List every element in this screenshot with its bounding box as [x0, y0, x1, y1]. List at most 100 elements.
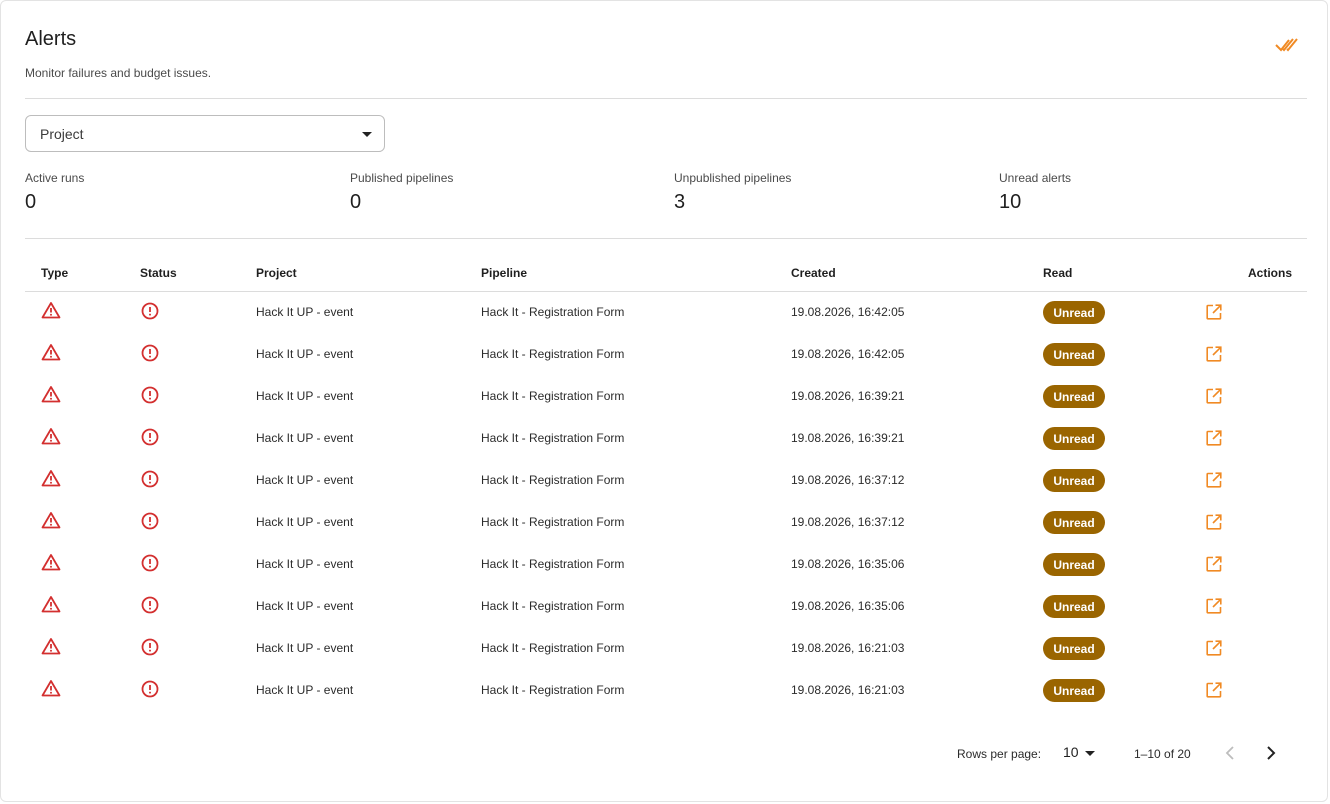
warning-triangle-icon — [41, 386, 61, 403]
read-status-badge[interactable]: Unread — [1043, 301, 1105, 324]
error-circle-icon — [141, 596, 159, 614]
warning-triangle-icon — [41, 428, 61, 445]
error-circle-icon — [141, 680, 159, 698]
table-row: Hack It UP - event Hack It - Registration… — [25, 501, 1307, 543]
open-in-new-icon[interactable] — [1205, 429, 1223, 447]
chevron-left-icon[interactable] — [1221, 743, 1241, 763]
project-select[interactable]: Project — [25, 115, 385, 152]
page-subtitle: Monitor failures and budget issues. — [25, 66, 212, 80]
caret-down-icon — [1085, 751, 1095, 756]
open-in-new-icon[interactable] — [1205, 681, 1223, 699]
read-status-badge[interactable]: Unread — [1043, 595, 1105, 618]
warning-triangle-icon — [41, 512, 61, 529]
table-row: Hack It UP - event Hack It - Registration… — [25, 669, 1307, 711]
open-in-new-icon[interactable] — [1205, 639, 1223, 657]
cell-created: 19.08.2026, 16:35:06 — [791, 557, 905, 571]
cell-project: Hack It UP - event — [256, 557, 354, 571]
stat-value: 3 — [674, 191, 686, 213]
read-status-badge[interactable]: Unread — [1043, 427, 1105, 450]
read-status-badge[interactable]: Unread — [1043, 511, 1105, 534]
cell-project: Hack It UP - event — [256, 473, 354, 487]
error-circle-icon — [141, 554, 159, 572]
cell-project: Hack It UP - event — [256, 431, 354, 445]
error-circle-icon — [141, 386, 159, 404]
warning-triangle-icon — [41, 638, 61, 655]
warning-triangle-icon — [41, 344, 61, 361]
warning-triangle-icon — [41, 680, 61, 697]
read-status-badge[interactable]: Unread — [1043, 637, 1105, 660]
cell-project: Hack It UP - event — [256, 599, 354, 613]
warning-triangle-icon — [41, 596, 61, 613]
cell-created: 19.08.2026, 16:39:21 — [791, 431, 905, 445]
read-status-badge[interactable]: Unread — [1043, 385, 1105, 408]
chevron-right-icon[interactable] — [1261, 743, 1281, 763]
column-header-status: Status — [140, 266, 177, 280]
cell-created: 19.08.2026, 16:37:12 — [791, 515, 905, 529]
cell-project: Hack It UP - event — [256, 683, 354, 697]
cell-created: 19.08.2026, 16:21:03 — [791, 683, 905, 697]
cell-pipeline: Hack It - Registration Form — [481, 347, 625, 361]
rows-per-page-label: Rows per page: — [957, 747, 1042, 761]
column-header-project: Project — [256, 266, 297, 280]
warning-triangle-icon — [41, 470, 61, 487]
cell-pipeline: Hack It - Registration Form — [481, 389, 625, 403]
read-status-badge[interactable]: Unread — [1043, 343, 1105, 366]
table-row: Hack It UP - event Hack It - Registration… — [25, 417, 1307, 459]
cell-pipeline: Hack It - Registration Form — [481, 515, 625, 529]
warning-triangle-icon — [41, 554, 61, 571]
stat-label: Active runs — [25, 171, 85, 185]
stat-value: 0 — [25, 191, 37, 213]
error-circle-icon — [141, 638, 159, 656]
stat-active-runs: Active runs 0 — [25, 171, 84, 214]
open-in-new-icon[interactable] — [1205, 555, 1223, 573]
cell-pipeline: Hack It - Registration Form — [481, 641, 625, 655]
table-row: Hack It UP - event Hack It - Registration… — [25, 543, 1307, 585]
error-circle-icon — [141, 428, 159, 446]
read-status-badge[interactable]: Unread — [1043, 553, 1105, 576]
cell-pipeline: Hack It - Registration Form — [481, 557, 625, 571]
project-select-label: Project — [40, 126, 84, 142]
cell-project: Hack It UP - event — [256, 347, 354, 361]
stats-divider — [25, 238, 1307, 239]
column-header-type: Type — [41, 266, 69, 280]
cell-project: Hack It UP - event — [256, 389, 354, 403]
cell-pipeline: Hack It - Registration Form — [481, 431, 625, 445]
open-in-new-icon[interactable] — [1205, 513, 1223, 531]
table-row: Hack It UP - event Hack It - Registration… — [25, 375, 1307, 417]
cell-pipeline: Hack It - Registration Form — [481, 473, 625, 487]
cell-pipeline: Hack It - Registration Form — [481, 683, 625, 697]
cell-pipeline: Hack It - Registration Form — [481, 599, 625, 613]
cell-created: 19.08.2026, 16:42:05 — [791, 305, 905, 319]
column-header-created: Created — [791, 266, 836, 280]
cell-created: 19.08.2026, 16:37:12 — [791, 473, 905, 487]
table-row: Hack It UP - event Hack It - Registration… — [25, 585, 1307, 627]
error-circle-icon — [141, 512, 159, 530]
page-title: Alerts — [25, 28, 77, 50]
cell-created: 19.08.2026, 16:39:21 — [791, 389, 905, 403]
read-status-badge[interactable]: Unread — [1043, 469, 1105, 492]
open-in-new-icon[interactable] — [1205, 597, 1223, 615]
alerts-card: Alerts Monitor failures and budget issue… — [0, 0, 1328, 802]
read-status-badge[interactable]: Unread — [1043, 679, 1105, 702]
open-in-new-icon[interactable] — [1205, 471, 1223, 489]
cell-project: Hack It UP - event — [256, 305, 354, 319]
column-header-actions: Actions — [1248, 266, 1293, 280]
pagination-range: 1–10 of 20 — [1134, 747, 1191, 761]
cell-project: Hack It UP - event — [256, 641, 354, 655]
cell-project: Hack It UP - event — [256, 515, 354, 529]
stat-value: 10 — [999, 191, 1022, 213]
rows-per-page-select[interactable]: 10 — [1061, 741, 1099, 765]
stat-value: 0 — [350, 191, 362, 213]
open-in-new-icon[interactable] — [1205, 387, 1223, 405]
table-row: Hack It UP - event Hack It - Registration… — [25, 627, 1307, 669]
cell-created: 19.08.2026, 16:42:05 — [791, 347, 905, 361]
header-divider — [25, 98, 1307, 99]
caret-down-icon — [362, 132, 372, 137]
cell-created: 19.08.2026, 16:21:03 — [791, 641, 905, 655]
double-check-icon[interactable] — [1273, 34, 1301, 56]
column-header-pipeline: Pipeline — [481, 266, 528, 280]
stat-label: Published pipelines — [350, 171, 454, 185]
open-in-new-icon[interactable] — [1205, 303, 1223, 321]
stat-unread-alerts: Unread alerts 10 — [999, 171, 1071, 214]
open-in-new-icon[interactable] — [1205, 345, 1223, 363]
